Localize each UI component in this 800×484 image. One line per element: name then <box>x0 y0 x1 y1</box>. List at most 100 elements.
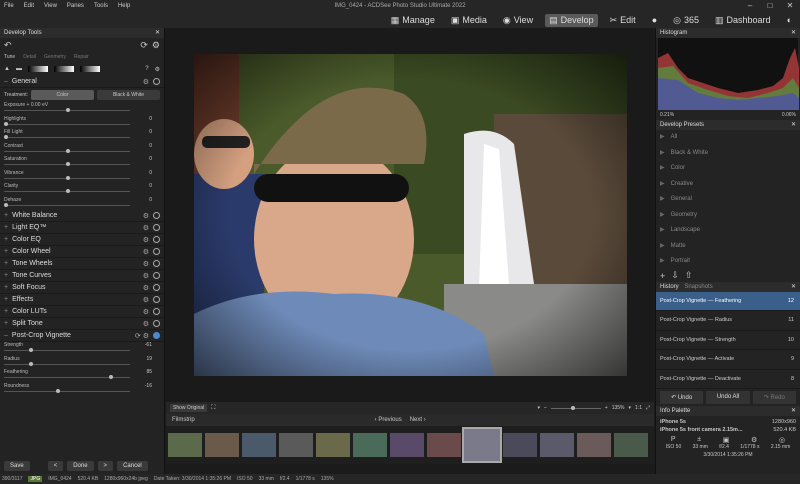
slider-knob[interactable] <box>4 202 8 207</box>
gradient-tool-3[interactable] <box>79 66 100 72</box>
history-item[interactable]: Post-Crop Vignette — Deactivate 8 <box>656 370 800 389</box>
film-thumbnail[interactable] <box>427 433 461 457</box>
section-tone-curves[interactable]: + Tone Curves ⚙ <box>0 270 164 282</box>
section-post-crop-vignette[interactable]: – Post-Crop Vignette ⟳ ⚙ <box>0 330 164 342</box>
import-icon[interactable]: ⇩ <box>671 270 679 281</box>
slider-track[interactable] <box>4 204 130 206</box>
tab-snapshots[interactable]: Snapshots <box>684 284 712 290</box>
preset-portrait[interactable]: ▶ Portrait <box>656 254 800 270</box>
expand-icon[interactable]: + <box>4 224 8 231</box>
slider-knob[interactable] <box>28 361 33 366</box>
film-thumbnail[interactable] <box>168 433 202 457</box>
mode-365[interactable]: ◎ 365 <box>669 14 703 27</box>
treatment-color-button[interactable]: Color <box>31 90 94 100</box>
toggle-icon[interactable] <box>153 320 160 327</box>
slider-highlights[interactable]: Highlights 0 <box>0 116 164 130</box>
gradient-tool[interactable] <box>27 66 48 72</box>
section-tone-wheels[interactable]: + Tone Wheels ⚙ <box>0 258 164 270</box>
section-soft-focus[interactable]: + Soft Focus ⚙ <box>0 282 164 294</box>
expand-icon[interactable]: ⤢ <box>646 405 650 411</box>
slider-knob[interactable] <box>65 162 70 166</box>
image-viewer[interactable] <box>166 28 654 402</box>
mode-view[interactable]: ◉ View <box>499 14 537 27</box>
film-thumbnail[interactable] <box>205 433 239 457</box>
slider-dehaze[interactable]: Dehaze 0 <box>0 197 164 211</box>
tab-tune[interactable]: Tune <box>4 54 15 60</box>
close-icon[interactable]: ✕ <box>791 28 796 38</box>
menu-item-help[interactable]: Help <box>118 3 130 9</box>
expand-triangle-icon[interactable]: ▶ <box>660 150 665 156</box>
zoom-out-icon[interactable]: ▾ <box>538 405 541 411</box>
mode-media[interactable]: ▣ Media <box>447 14 491 27</box>
slider-knob[interactable] <box>28 348 33 352</box>
section-split-tone[interactable]: + Split Tone ⚙ <box>0 318 164 330</box>
toggle-icon[interactable] <box>153 260 160 267</box>
next-icon[interactable]: > <box>97 461 114 471</box>
section-light-eq-[interactable]: + Light EQ™ ⚙ <box>0 222 164 234</box>
gradient-tool-2[interactable] <box>53 66 74 72</box>
toggle-icon[interactable] <box>153 248 160 255</box>
preset-geometry[interactable]: ▶ Geometry <box>656 208 800 224</box>
menu-item-view[interactable]: View <box>44 3 57 9</box>
settings-icon[interactable]: ⚙ <box>152 40 160 51</box>
toggle-icon[interactable] <box>153 296 160 303</box>
mode-edit[interactable]: ✂ Edit <box>606 14 640 27</box>
slider-clarity[interactable]: Clarity 0 <box>0 183 164 197</box>
treatment-bw-button[interactable]: Black & White <box>97 90 160 100</box>
section-general[interactable]: – General ⚙ <box>0 76 164 88</box>
slider-track[interactable] <box>4 350 130 351</box>
done-button[interactable]: Done <box>67 461 94 471</box>
slider-knob[interactable] <box>108 375 113 379</box>
undo-button[interactable]: ↶ Undo <box>660 391 704 404</box>
menu-item-panes[interactable]: Panes <box>67 3 84 9</box>
slider-knob[interactable] <box>55 388 60 393</box>
film-thumbnail[interactable] <box>614 433 648 457</box>
cancel-button[interactable]: Cancel <box>117 461 148 471</box>
redo-button[interactable]: ↷ Redo <box>752 391 796 404</box>
prev-icon[interactable]: < <box>47 461 64 471</box>
mode-develop[interactable]: ▤ Develop <box>545 13 598 27</box>
section-color-wheel[interactable]: + Color Wheel ⚙ <box>0 246 164 258</box>
export-icon[interactable]: ⇧ <box>685 270 693 281</box>
gear-icon[interactable]: ⚙ <box>143 77 149 89</box>
tab-detail[interactable]: Detail <box>23 54 36 60</box>
expand-triangle-icon[interactable]: ▶ <box>660 165 665 171</box>
preset-matte[interactable]: ▶ Matte <box>656 239 800 255</box>
slider-exposure[interactable]: Exposure + 0.00 eV <box>0 102 164 116</box>
expand-icon[interactable]: + <box>4 236 8 243</box>
film-thumbnail[interactable] <box>540 433 574 457</box>
film-thumbnail[interactable] <box>242 433 276 457</box>
expand-icon[interactable]: + <box>4 320 8 327</box>
close-icon[interactable]: ✕ <box>791 120 796 130</box>
tab-repair[interactable]: Repair <box>74 54 89 60</box>
toggle-icon[interactable] <box>153 224 160 231</box>
slider-knob[interactable] <box>4 121 8 126</box>
expand-icon[interactable]: + <box>4 248 8 255</box>
expand-triangle-icon[interactable]: ▶ <box>660 227 665 233</box>
minimize-icon[interactable]: – <box>740 0 760 12</box>
mode-manage[interactable]: ▦ Manage <box>387 14 439 27</box>
history-item[interactable]: Post-Crop Vignette — Radius 11 <box>656 311 800 331</box>
preset-general[interactable]: ▶ General <box>656 192 800 208</box>
toggle-icon[interactable] <box>153 272 160 279</box>
mode-connect[interactable]: ◐ <box>783 14 796 26</box>
close-icon[interactable]: ✕ <box>791 406 796 416</box>
help-icon[interactable]: ? <box>145 66 148 72</box>
mode-dashboard[interactable]: ▥ Dashboard <box>711 14 775 27</box>
section-effects[interactable]: + Effects ⚙ <box>0 294 164 306</box>
preset-black-white[interactable]: ▶ Black & White <box>656 146 800 162</box>
section-color-luts[interactable]: + Color LUTs ⚙ <box>0 306 164 318</box>
zoom-dropdown-icon[interactable]: ▾ <box>629 405 632 411</box>
close-icon[interactable]: ✕ <box>791 282 796 292</box>
toggle-icon[interactable] <box>153 284 160 291</box>
history-item[interactable]: Post-Crop Vignette — Strength 10 <box>656 331 800 350</box>
history-item[interactable]: Post-Crop Vignette — Activate 9 <box>656 350 800 370</box>
film-thumbnail[interactable] <box>390 433 424 457</box>
slider-radius[interactable]: Radius 19 <box>0 356 164 370</box>
undo-all-button[interactable]: Undo All <box>706 391 750 404</box>
photo[interactable] <box>194 54 627 376</box>
expand-triangle-icon[interactable]: ▶ <box>660 243 665 249</box>
slider-vibrance[interactable]: Vibrance 0 <box>0 170 164 184</box>
slider-track[interactable] <box>4 123 130 125</box>
preset-all[interactable]: ▶ All <box>656 130 800 146</box>
